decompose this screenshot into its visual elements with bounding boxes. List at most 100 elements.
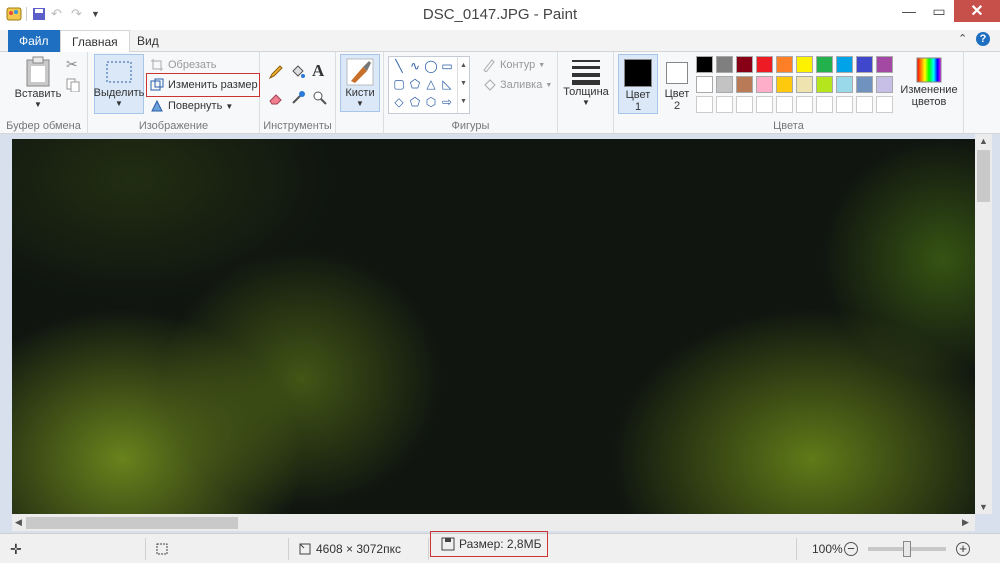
horizontal-scroll-thumb[interactable] <box>26 517 238 529</box>
zoom-slider-thumb[interactable] <box>903 541 911 557</box>
color-swatch[interactable] <box>776 96 793 113</box>
color-swatch[interactable] <box>716 96 733 113</box>
color2-button[interactable]: Цвет 2 <box>662 54 692 114</box>
minimize-button[interactable]: — <box>894 0 924 22</box>
color-swatch[interactable] <box>796 76 813 93</box>
color-swatch[interactable] <box>836 76 853 93</box>
color-swatch[interactable] <box>856 96 873 113</box>
brushes-button[interactable]: Кисти ▼ <box>340 54 380 112</box>
oval-shape-icon[interactable]: ◯ <box>423 59 439 73</box>
minimize-icon: — <box>902 3 916 19</box>
tab-home[interactable]: Главная <box>60 30 130 53</box>
color-swatch[interactable] <box>696 56 713 73</box>
resize-button[interactable]: Изменить размер <box>146 73 260 97</box>
color-swatch[interactable] <box>736 96 753 113</box>
pencil-icon[interactable] <box>268 64 284 83</box>
rotate-dropdown-icon: ▼ <box>225 101 234 111</box>
color-swatch[interactable] <box>876 76 893 93</box>
color-swatch[interactable] <box>716 56 733 73</box>
pentagon-shape-icon[interactable]: ⬠ <box>407 95 423 109</box>
outline-button[interactable]: Контур ▼ <box>482 58 546 73</box>
collapse-ribbon-icon[interactable]: ⌃ <box>958 32 967 45</box>
color-swatch[interactable] <box>856 56 873 73</box>
color-swatch[interactable] <box>776 76 793 93</box>
polygon-shape-icon[interactable]: ⬠ <box>407 77 423 91</box>
diamond-shape-icon[interactable]: ◇ <box>391 95 407 109</box>
close-button[interactable]: ✕ <box>954 0 1000 22</box>
brush-icon <box>346 58 374 86</box>
color-swatch[interactable] <box>776 56 793 73</box>
color-swatch[interactable] <box>756 76 773 93</box>
scroll-up-icon[interactable]: ▲ <box>979 136 988 146</box>
cut-icon[interactable]: ✂ <box>66 56 78 73</box>
zoom-out-icon: − <box>844 542 858 556</box>
color-swatch[interactable] <box>876 56 893 73</box>
color-picker-icon[interactable] <box>290 90 306 109</box>
ribbon-tabs: Файл Главная Вид ⌃ ? <box>0 30 1000 53</box>
size-button[interactable]: Толщина ▼ <box>562 56 610 107</box>
color-swatch[interactable] <box>756 96 773 113</box>
outline-dropdown-icon: ▼ <box>538 61 546 69</box>
dimensions-icon <box>298 542 312 556</box>
color1-button[interactable]: Цвет 1 <box>618 54 658 114</box>
color-swatch[interactable] <box>736 56 753 73</box>
text-tool-icon[interactable]: A <box>312 61 324 81</box>
color-swatch[interactable] <box>796 56 813 73</box>
scroll-right-icon[interactable]: ▶ <box>962 517 969 528</box>
scroll-left-icon[interactable]: ◀ <box>15 517 22 528</box>
eraser-icon[interactable] <box>268 90 284 109</box>
zoom-out-button[interactable]: − <box>844 534 858 564</box>
arrow-shape-icon[interactable]: ⇨ <box>439 95 455 109</box>
color-swatch[interactable] <box>756 56 773 73</box>
rounded-rect-shape-icon[interactable]: ▢ <box>391 77 407 91</box>
rotate-button[interactable]: Повернуть ▼ <box>150 99 233 113</box>
image-canvas[interactable] <box>12 139 975 514</box>
crop-button[interactable]: Обрезать <box>150 58 217 72</box>
zoom-slider[interactable] <box>868 534 946 564</box>
curve-shape-icon[interactable]: ∿ <box>407 59 423 73</box>
color-swatch[interactable] <box>816 96 833 113</box>
magnifier-icon[interactable] <box>312 90 328 109</box>
zoom-in-button[interactable]: + <box>956 534 970 564</box>
color-swatch[interactable] <box>836 96 853 113</box>
tab-file[interactable]: Файл <box>8 30 60 52</box>
fill-button[interactable]: Заливка ▼ <box>482 78 552 92</box>
tab-view[interactable]: Вид <box>126 30 170 52</box>
horizontal-scrollbar[interactable]: ◀ ▶ <box>12 514 975 531</box>
hexagon-shape-icon[interactable]: ⬡ <box>423 95 439 109</box>
color-swatch[interactable] <box>856 76 873 93</box>
copy-icon[interactable] <box>66 78 80 95</box>
title-bar: ↶ ↷ ▼ DSC_0147.JPG - Paint — ▭ ✕ <box>0 0 1000 30</box>
image-dimensions: 4608 × 3072пкс <box>298 534 401 564</box>
color-swatch[interactable] <box>716 76 733 93</box>
color-swatch[interactable] <box>816 56 833 73</box>
right-triangle-shape-icon[interactable]: ◺ <box>439 77 455 91</box>
color2-swatch <box>666 62 688 84</box>
shapes-scroll[interactable]: ▲ ▼ ▼ <box>457 57 469 113</box>
color-swatch[interactable] <box>796 96 813 113</box>
vertical-scrollbar[interactable]: ▲ ▼ <box>975 134 992 514</box>
status-bar: ✛ 4608 × 3072пкс Размер: 2,8МБ 100% − + <box>0 531 1000 564</box>
color-swatch[interactable] <box>816 76 833 93</box>
maximize-button[interactable]: ▭ <box>924 0 954 22</box>
color-swatch[interactable] <box>876 96 893 113</box>
rectangle-shape-icon[interactable]: ▭ <box>439 59 455 73</box>
shapes-gallery[interactable]: ╲ ∿ ◯ ▭ ▢ ⬠ △ ◺ ◇ ⬠ ⬡ ⇨ ▲ ▼ ▼ <box>388 56 470 114</box>
window-title: DSC_0147.JPG - Paint <box>422 6 578 23</box>
selection-size-icon <box>155 534 169 564</box>
crop-icon <box>150 58 164 72</box>
color-swatch[interactable] <box>836 56 853 73</box>
triangle-shape-icon[interactable]: △ <box>423 77 439 91</box>
save-disk-icon <box>441 537 455 551</box>
fill-bucket-icon[interactable] <box>290 64 306 83</box>
line-shape-icon[interactable]: ╲ <box>391 59 407 73</box>
color-swatch[interactable] <box>696 76 713 93</box>
scroll-down-icon[interactable]: ▼ <box>979 502 988 512</box>
select-button[interactable]: Выделить ▼ <box>94 54 144 114</box>
color-swatch[interactable] <box>696 96 713 113</box>
help-icon[interactable]: ? <box>976 32 990 46</box>
vertical-scroll-thumb[interactable] <box>977 150 990 202</box>
paste-button[interactable]: Вставить ▼ <box>12 56 64 109</box>
color-swatch[interactable] <box>736 76 753 93</box>
edit-colors-button[interactable]: Изменение цветов <box>898 56 960 108</box>
